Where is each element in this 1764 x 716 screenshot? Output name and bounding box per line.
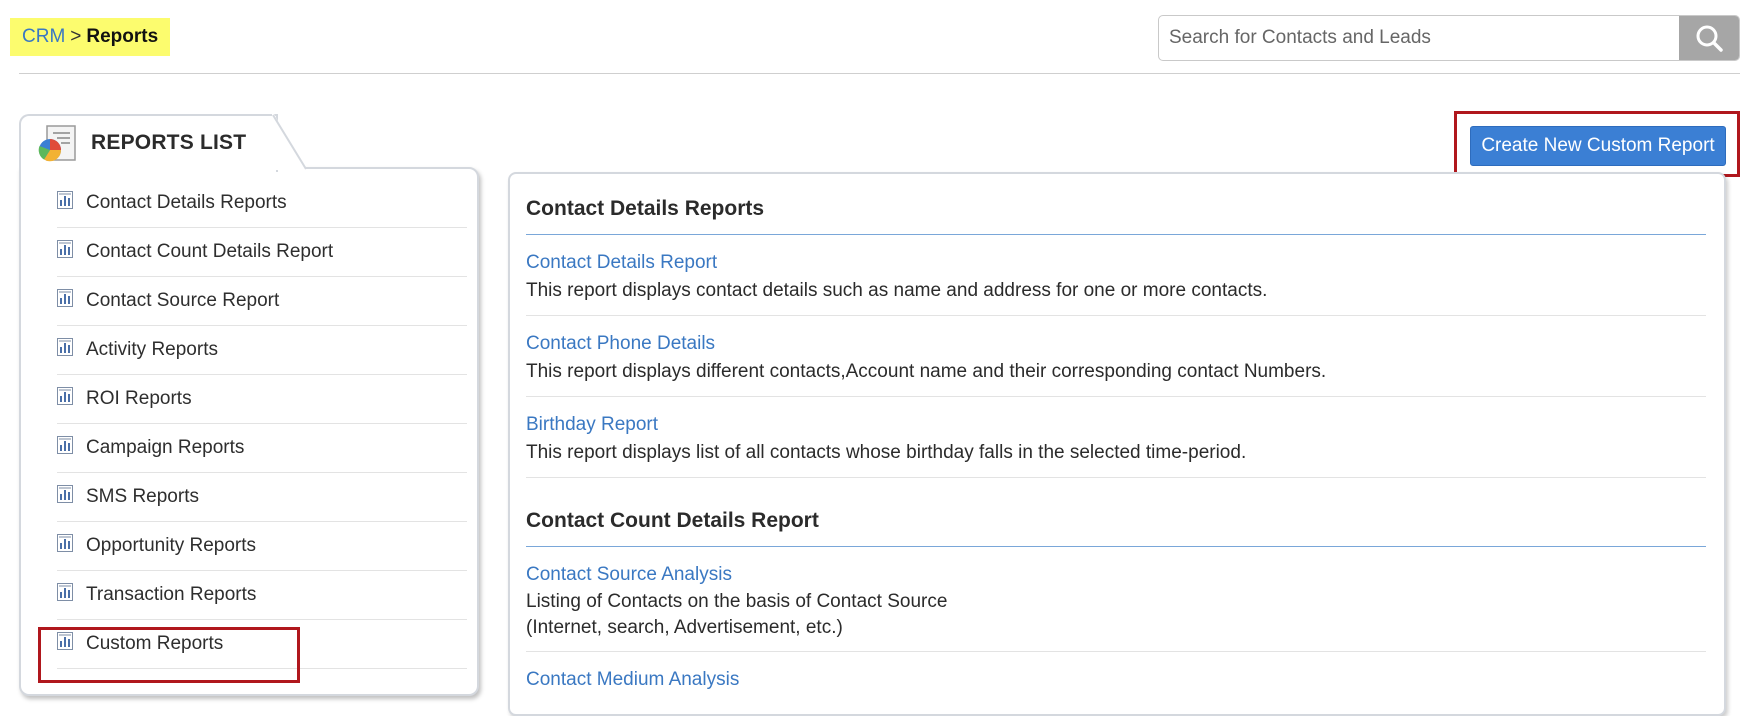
reports-list-item-label: Activity Reports bbox=[86, 339, 218, 360]
reports-list-item-contact-source[interactable]: Contact Source Report bbox=[57, 277, 467, 326]
reports-list-item-label: Transaction Reports bbox=[86, 584, 257, 605]
report-description: Listing of Contacts on the basis of Cont… bbox=[526, 591, 948, 612]
breadcrumb: CRM > Reports bbox=[10, 18, 171, 56]
report-description: This report displays list of all contact… bbox=[526, 442, 1247, 463]
search-icon bbox=[1696, 25, 1723, 52]
section-heading: Contact Count Details Report bbox=[526, 500, 1706, 547]
report-link-contact-source-analysis[interactable]: Contact Source Analysis bbox=[526, 561, 1706, 589]
reports-list-item-sms[interactable]: SMS Reports bbox=[57, 473, 467, 522]
search-button[interactable] bbox=[1679, 16, 1739, 60]
reports-list-title: REPORTS LIST bbox=[91, 131, 247, 154]
report-icon bbox=[57, 583, 73, 607]
report-item: Contact Source Analysis Listing of Conta… bbox=[526, 547, 1706, 652]
report-icon bbox=[57, 436, 73, 460]
reports-list-item-label: Custom Reports bbox=[86, 633, 224, 654]
report-item: Contact Phone Details This report displa… bbox=[526, 316, 1706, 397]
reports-list-item-transaction[interactable]: Transaction Reports bbox=[57, 571, 467, 620]
reports-list-item-label: ROI Reports bbox=[86, 388, 192, 409]
report-icon bbox=[57, 338, 73, 362]
reports-list-tab: REPORTS LIST bbox=[19, 114, 278, 172]
reports-list-item-activity[interactable]: Activity Reports bbox=[57, 326, 467, 375]
breadcrumb-current: Reports bbox=[86, 26, 159, 47]
report-description: This report displays different contacts,… bbox=[526, 361, 1327, 382]
report-icon bbox=[57, 485, 73, 509]
reports-list-panel: Contact Details Reports Contact Count De… bbox=[19, 167, 479, 696]
reports-list-item-contact-details[interactable]: Contact Details Reports bbox=[57, 179, 467, 228]
report-link-birthday[interactable]: Birthday Report bbox=[526, 411, 1706, 439]
create-new-custom-report-button[interactable]: Create New Custom Report bbox=[1470, 126, 1726, 166]
report-link-contact-phone-details[interactable]: Contact Phone Details bbox=[526, 330, 1706, 358]
breadcrumb-crm-link[interactable]: CRM bbox=[22, 26, 65, 48]
report-item: Contact Medium Analysis bbox=[526, 652, 1706, 704]
reports-list-item-campaign[interactable]: Campaign Reports bbox=[57, 424, 467, 473]
report-details-panel: Contact Details Reports Contact Details … bbox=[508, 172, 1726, 716]
section-contact-details: Contact Details Reports Contact Details … bbox=[526, 188, 1706, 478]
reports-list-item-label: Contact Count Details Report bbox=[86, 241, 334, 262]
tab-slant bbox=[272, 114, 307, 170]
reports-pie-chart-icon bbox=[38, 125, 76, 162]
reports-list-item-label: Contact Details Reports bbox=[86, 192, 287, 213]
report-item: Contact Details Report This report displ… bbox=[526, 235, 1706, 316]
report-item: Birthday Report This report displays lis… bbox=[526, 397, 1706, 478]
search-box bbox=[1158, 15, 1740, 61]
report-description-line2: (Internet, search, Advertisement, etc.) bbox=[526, 617, 843, 638]
reports-list: Contact Details Reports Contact Count De… bbox=[57, 179, 467, 669]
report-icon bbox=[57, 240, 73, 264]
report-icon bbox=[57, 632, 73, 656]
report-icon bbox=[57, 387, 73, 411]
search-input[interactable] bbox=[1159, 16, 1679, 60]
report-icon bbox=[57, 289, 73, 313]
reports-list-item-roi[interactable]: ROI Reports bbox=[57, 375, 467, 424]
reports-list-item-label: Contact Source Report bbox=[86, 290, 280, 311]
reports-list-item-label: SMS Reports bbox=[86, 486, 199, 507]
reports-list-item-label: Campaign Reports bbox=[86, 437, 245, 458]
report-link-contact-details[interactable]: Contact Details Report bbox=[526, 249, 1706, 277]
section-heading: Contact Details Reports bbox=[526, 188, 1706, 235]
report-link-contact-medium-analysis[interactable]: Contact Medium Analysis bbox=[526, 666, 1706, 694]
report-icon bbox=[57, 534, 73, 558]
section-contact-count: Contact Count Details Report Contact Sou… bbox=[526, 500, 1706, 704]
reports-list-item-contact-count[interactable]: Contact Count Details Report bbox=[57, 228, 467, 277]
reports-list-item-label: Opportunity Reports bbox=[86, 535, 257, 556]
report-icon bbox=[57, 191, 73, 215]
header-divider bbox=[19, 73, 1740, 74]
breadcrumb-separator: > bbox=[70, 26, 82, 47]
report-description: This report displays contact details suc… bbox=[526, 280, 1268, 301]
reports-list-item-custom[interactable]: Custom Reports bbox=[57, 620, 467, 669]
reports-list-item-opportunity[interactable]: Opportunity Reports bbox=[57, 522, 467, 571]
